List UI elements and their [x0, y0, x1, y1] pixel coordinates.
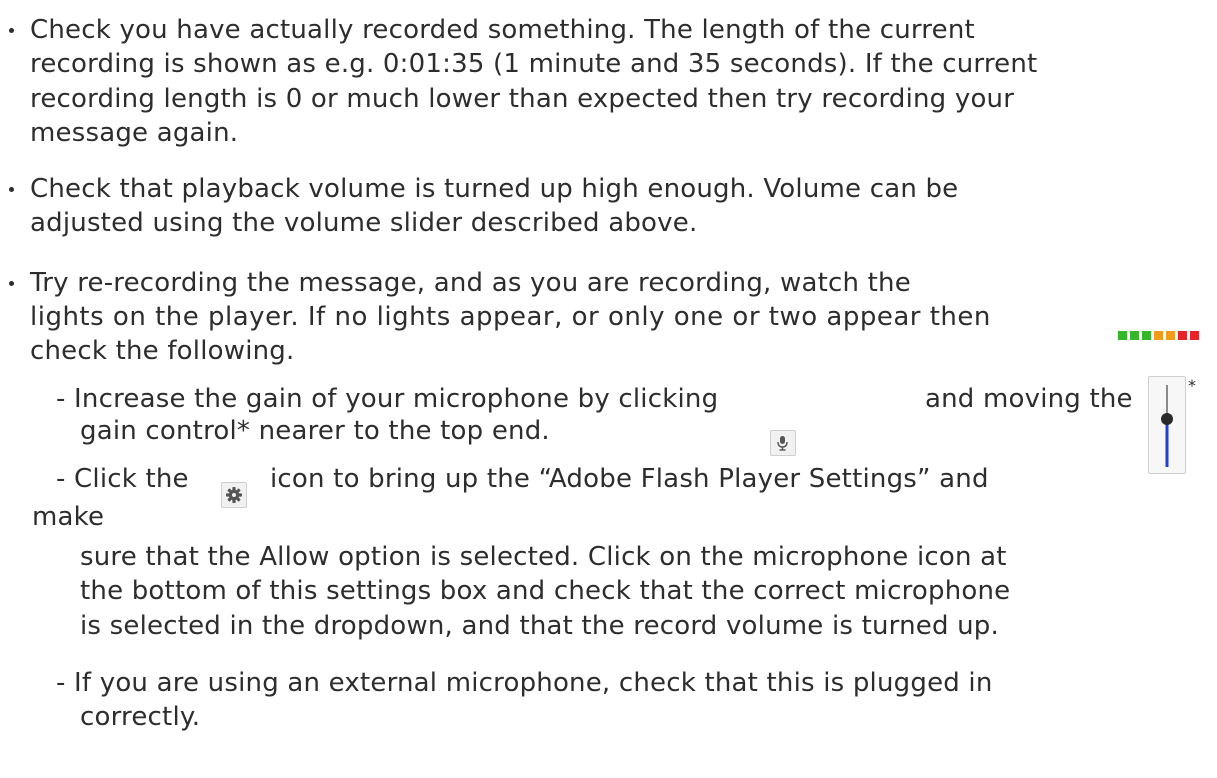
external-line-1: - If you are using an external microphon…	[56, 668, 993, 698]
level-light	[1166, 331, 1175, 340]
gain-slider-asterisk: *	[1188, 376, 1196, 395]
level-light	[1118, 331, 1127, 340]
bullet-3-line-3: check the following.	[30, 336, 295, 366]
bullet-2-line-1: Check that playback volume is turned up …	[30, 174, 959, 204]
bullet-1-line-4: message again.	[30, 118, 239, 148]
bullet-dot	[9, 28, 14, 33]
settings-line-1-start: - Click the	[56, 464, 189, 494]
external-line-2: correctly.	[80, 702, 201, 732]
bullet-3-line-2: lights on the player. If no lights appea…	[30, 302, 991, 332]
gear-icon[interactable]	[221, 482, 247, 508]
settings-line-3: sure that the Allow option is selected. …	[80, 542, 1007, 572]
bullet-1-line-2: recording is shown as e.g. 0:01:35 (1 mi…	[30, 49, 1038, 79]
microphone-icon[interactable]	[770, 430, 796, 456]
gain-line-1-end: and moving the	[925, 384, 1133, 414]
level-light	[1142, 331, 1151, 340]
settings-line-4: the bottom of this settings box and chec…	[80, 576, 1011, 606]
level-light	[1178, 331, 1187, 340]
bullet-3-line-1: Try re-recording the message, and as you…	[30, 268, 911, 298]
settings-line-5: is selected in the dropdown, and that th…	[80, 611, 999, 641]
bullet-1-line-3: recording length is 0 or much lower than…	[30, 84, 1015, 114]
level-light	[1130, 331, 1139, 340]
level-lights-icon	[1118, 331, 1199, 340]
bullet-dot	[9, 281, 14, 286]
gain-slider-icon[interactable]	[1148, 376, 1186, 474]
level-light	[1154, 331, 1163, 340]
gain-line-2: gain control* nearer to the top end.	[80, 416, 550, 446]
level-light	[1190, 331, 1199, 340]
settings-line-2: make	[32, 502, 105, 532]
bullet-1-line-1: Check you have actually recorded somethi…	[30, 15, 975, 45]
settings-line-1-end: icon to bring up the “Adobe Flash Player…	[270, 464, 989, 494]
bullet-dot	[9, 187, 14, 192]
gain-line-1-start: - Increase the gain of your microphone b…	[56, 384, 719, 414]
bullet-2-line-2: adjusted using the volume slider describ…	[30, 208, 698, 238]
